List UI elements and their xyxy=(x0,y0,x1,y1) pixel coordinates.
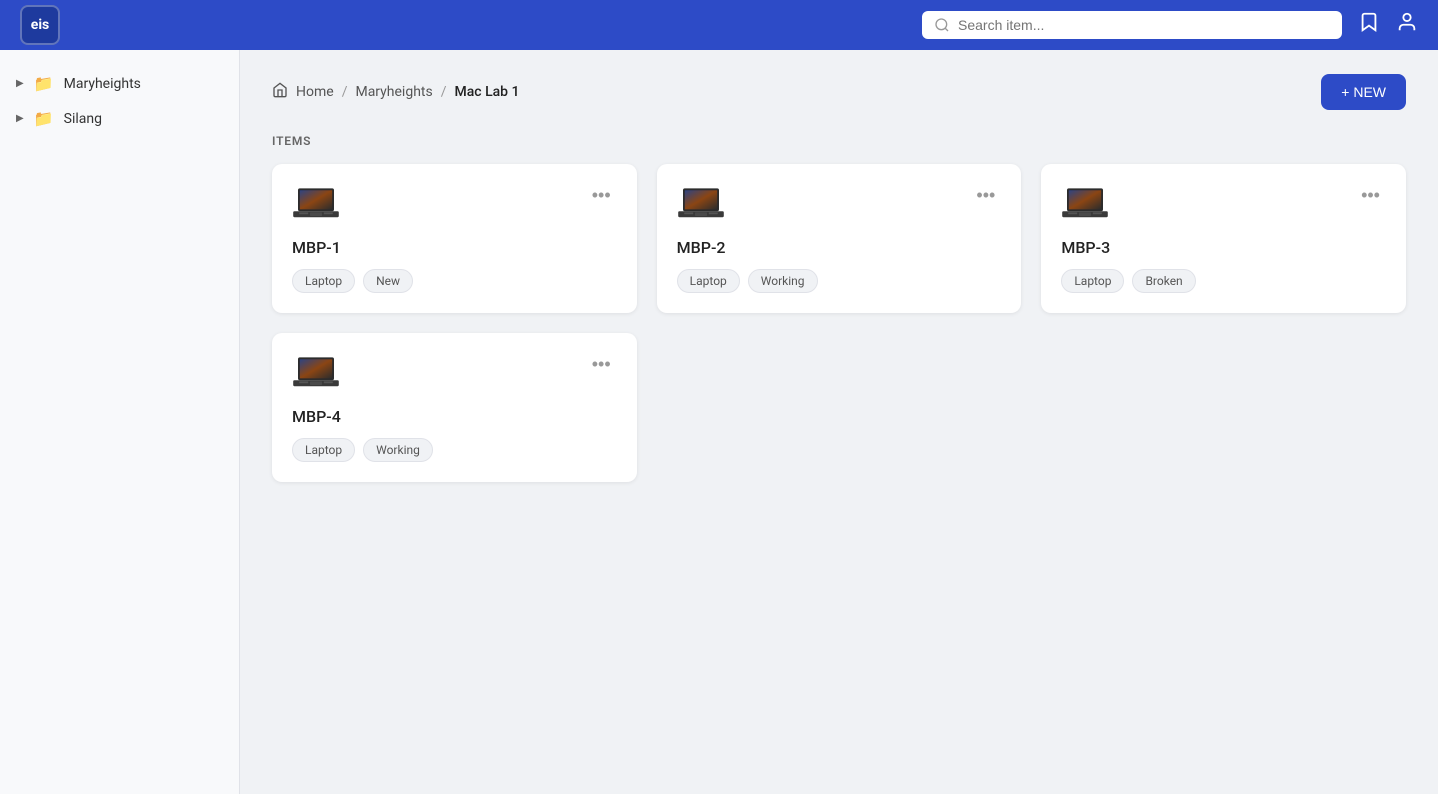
search-bar xyxy=(922,11,1342,39)
card-image xyxy=(677,184,725,224)
breadcrumb: Home / Maryheights / Mac Lab 1 + NEW xyxy=(272,74,1406,110)
card-header: ••• xyxy=(1061,184,1386,224)
sidebar-item-maryheights[interactable]: ▶ 📁 Maryheights xyxy=(0,66,239,101)
card-header: ••• xyxy=(292,184,617,224)
card-tags: Laptop Working xyxy=(677,269,1002,293)
tag: Working xyxy=(363,438,433,462)
card-image xyxy=(292,353,340,393)
card-menu-button[interactable]: ••• xyxy=(586,184,617,206)
items-section-label: ITEMS xyxy=(272,134,1406,148)
card-tags: Laptop Working xyxy=(292,438,617,462)
folder-icon: 📁 xyxy=(34,74,54,93)
breadcrumb-maryheights-link[interactable]: Maryheights xyxy=(355,84,432,100)
arrow-icon: ▶ xyxy=(16,113,24,124)
main-content: Home / Maryheights / Mac Lab 1 + NEW ITE… xyxy=(240,50,1438,794)
sidebar: ▶ 📁 Maryheights ▶ 📁 Silang xyxy=(0,50,240,794)
laptop-icon xyxy=(1061,184,1109,224)
card-title: MBP-4 xyxy=(292,407,617,426)
tag: Laptop xyxy=(292,269,355,293)
header: eis xyxy=(0,0,1438,50)
card-title: MBP-2 xyxy=(677,238,1002,257)
tag: Laptop xyxy=(292,438,355,462)
new-button[interactable]: + NEW xyxy=(1321,74,1406,110)
laptop-icon xyxy=(292,353,340,393)
tag: Laptop xyxy=(1061,269,1124,293)
card-tags: Laptop New xyxy=(292,269,617,293)
breadcrumb-path: Home / Maryheights / Mac Lab 1 xyxy=(272,82,520,102)
tag: Working xyxy=(748,269,818,293)
card-title: MBP-1 xyxy=(292,238,617,257)
sidebar-item-silang[interactable]: ▶ 📁 Silang xyxy=(0,101,239,136)
card-header: ••• xyxy=(292,353,617,393)
tag: Broken xyxy=(1132,269,1195,293)
header-left: eis xyxy=(20,5,60,45)
items-section: ITEMS xyxy=(272,134,1406,482)
breadcrumb-current: Mac Lab 1 xyxy=(455,84,520,100)
breadcrumb-home-link[interactable]: Home xyxy=(296,84,334,100)
sidebar-item-label: Silang xyxy=(64,111,102,127)
arrow-icon: ▶ xyxy=(16,78,24,89)
card-menu-button[interactable]: ••• xyxy=(970,184,1001,206)
tag: Laptop xyxy=(677,269,740,293)
breadcrumb-separator: / xyxy=(441,84,447,100)
user-icon[interactable] xyxy=(1396,11,1418,39)
search-icon xyxy=(934,17,950,33)
header-right xyxy=(922,11,1418,39)
cards-grid: ••• MBP-1 Laptop New xyxy=(272,164,1406,482)
laptop-icon xyxy=(677,184,725,224)
folder-icon: 📁 xyxy=(34,109,54,128)
bookmark-icon[interactable] xyxy=(1358,11,1380,39)
card-MBP-1[interactable]: ••• MBP-1 Laptop New xyxy=(272,164,637,313)
tag: New xyxy=(363,269,413,293)
logo[interactable]: eis xyxy=(20,5,60,45)
card-header: ••• xyxy=(677,184,1002,224)
card-menu-button[interactable]: ••• xyxy=(586,353,617,375)
sidebar-item-label: Maryheights xyxy=(64,76,141,92)
card-menu-button[interactable]: ••• xyxy=(1355,184,1386,206)
card-title: MBP-3 xyxy=(1061,238,1386,257)
card-image xyxy=(1061,184,1109,224)
card-MBP-4[interactable]: ••• MBP-4 Laptop Working xyxy=(272,333,637,482)
card-MBP-3[interactable]: ••• MBP-3 Laptop Broken xyxy=(1041,164,1406,313)
breadcrumb-separator: / xyxy=(342,84,348,100)
home-icon xyxy=(272,82,288,102)
card-image xyxy=(292,184,340,224)
card-tags: Laptop Broken xyxy=(1061,269,1386,293)
laptop-icon xyxy=(292,184,340,224)
layout: ▶ 📁 Maryheights ▶ 📁 Silang Home / M xyxy=(0,50,1438,794)
card-MBP-2[interactable]: ••• MBP-2 Laptop Working xyxy=(657,164,1022,313)
search-input[interactable] xyxy=(958,17,1330,33)
